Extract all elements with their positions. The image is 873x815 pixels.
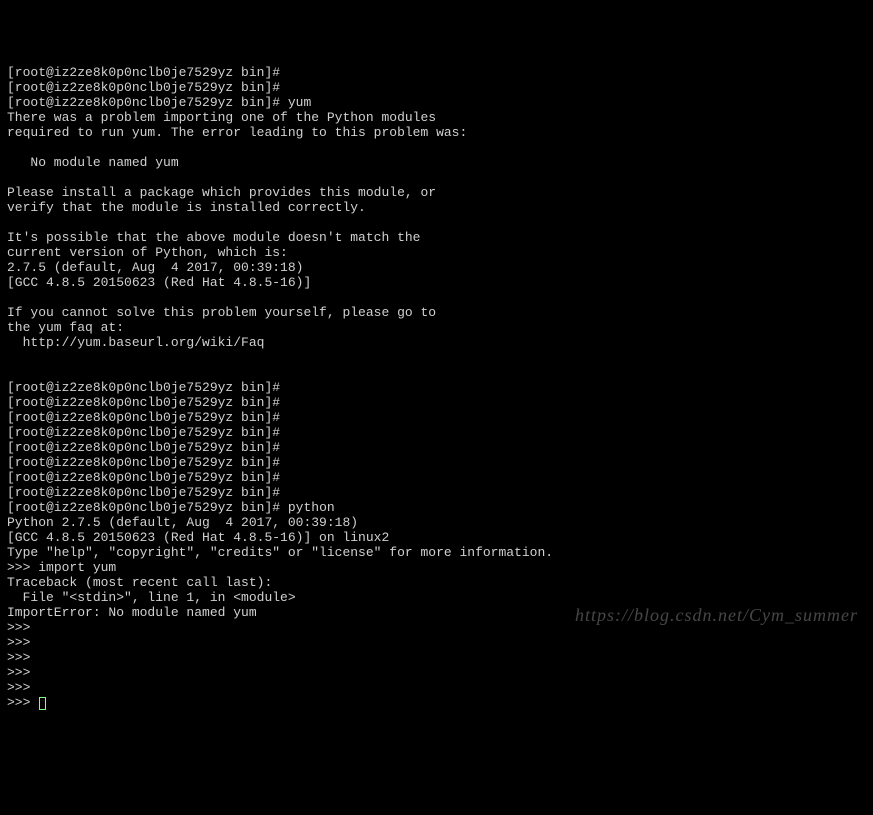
output-line: Traceback (most recent call last): — [7, 575, 272, 590]
output-line: [GCC 4.8.5 20150623 (Red Hat 4.8.5-16)] … — [7, 530, 389, 545]
command-text: yum — [288, 95, 311, 110]
output-line: If you cannot solve this problem yoursel… — [7, 305, 436, 320]
cursor-icon — [39, 697, 46, 710]
output-line: 2.7.5 (default, Aug 4 2017, 00:39:18) — [7, 260, 303, 275]
shell-prompt: [root@iz2ze8k0p0nclb0je7529yz bin]# — [7, 500, 280, 515]
shell-prompt: [root@iz2ze8k0p0nclb0je7529yz bin]# — [7, 425, 280, 440]
shell-prompt: [root@iz2ze8k0p0nclb0je7529yz bin]# — [7, 95, 280, 110]
terminal-output[interactable]: [root@iz2ze8k0p0nclb0je7529yz bin]# [roo… — [7, 65, 866, 710]
python-prompt: >>> — [7, 680, 30, 695]
output-line: required to run yum. The error leading t… — [7, 125, 467, 140]
shell-prompt: [root@iz2ze8k0p0nclb0je7529yz bin]# — [7, 80, 280, 95]
output-line: Type "help", "copyright", "credits" or "… — [7, 545, 553, 560]
command-text: python — [288, 500, 335, 515]
shell-prompt: [root@iz2ze8k0p0nclb0je7529yz bin]# — [7, 440, 280, 455]
shell-prompt: [root@iz2ze8k0p0nclb0je7529yz bin]# — [7, 455, 280, 470]
shell-prompt: [root@iz2ze8k0p0nclb0je7529yz bin]# — [7, 395, 280, 410]
output-line: ImportError: No module named yum — [7, 605, 257, 620]
output-line: the yum faq at: — [7, 320, 124, 335]
output-line: Python 2.7.5 (default, Aug 4 2017, 00:39… — [7, 515, 358, 530]
python-prompt: >>> — [7, 665, 30, 680]
output-line: http://yum.baseurl.org/wiki/Faq — [7, 335, 264, 350]
output-line — [7, 350, 15, 365]
output-line — [7, 170, 15, 185]
shell-prompt: [root@iz2ze8k0p0nclb0je7529yz bin]# — [7, 65, 280, 80]
output-line — [7, 140, 15, 155]
output-line — [7, 290, 15, 305]
output-line — [7, 215, 15, 230]
output-line: Please install a package which provides … — [7, 185, 436, 200]
shell-prompt: [root@iz2ze8k0p0nclb0je7529yz bin]# — [7, 485, 280, 500]
python-prompt: >>> — [7, 620, 30, 635]
shell-prompt: [root@iz2ze8k0p0nclb0je7529yz bin]# — [7, 380, 280, 395]
shell-prompt: [root@iz2ze8k0p0nclb0je7529yz bin]# — [7, 470, 280, 485]
output-line: It's possible that the above module does… — [7, 230, 420, 245]
python-prompt: >>> — [7, 695, 30, 710]
shell-prompt: [root@iz2ze8k0p0nclb0je7529yz bin]# — [7, 410, 280, 425]
output-line: No module named yum — [7, 155, 179, 170]
python-prompt: >>> — [7, 560, 30, 575]
python-prompt: >>> — [7, 650, 30, 665]
python-prompt: >>> — [7, 635, 30, 650]
output-line — [7, 365, 15, 380]
output-line: current version of Python, which is: — [7, 245, 288, 260]
output-line: [GCC 4.8.5 20150623 (Red Hat 4.8.5-16)] — [7, 275, 311, 290]
output-line: There was a problem importing one of the… — [7, 110, 436, 125]
output-line: verify that the module is installed corr… — [7, 200, 366, 215]
python-statement: import yum — [38, 560, 116, 575]
output-line: File "<stdin>", line 1, in <module> — [7, 590, 296, 605]
